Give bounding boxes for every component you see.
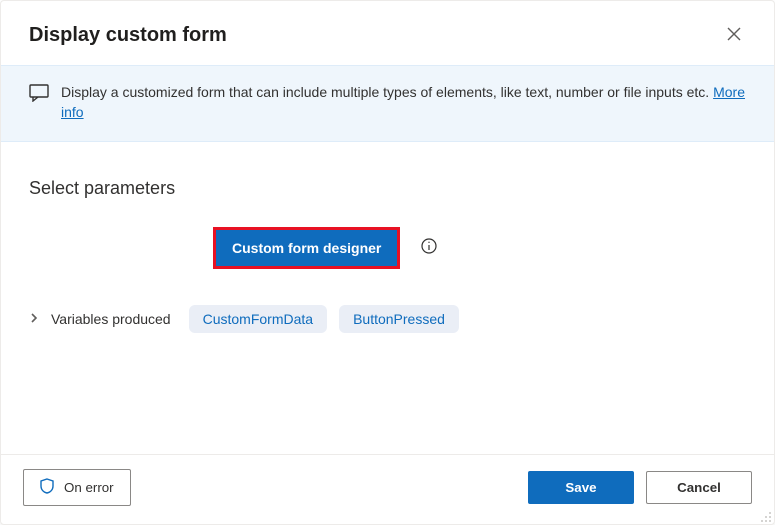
dialog-title: Display custom form bbox=[29, 24, 718, 47]
designer-button-highlight: Custom form designer bbox=[213, 227, 400, 269]
designer-row: Custom form designer bbox=[29, 227, 746, 269]
variables-produced-label[interactable]: Variables produced bbox=[51, 311, 171, 327]
variables-produced-row: Variables produced CustomFormData Button… bbox=[29, 305, 746, 333]
chevron-right-icon bbox=[29, 311, 39, 327]
variables-expand-toggle[interactable] bbox=[29, 311, 39, 327]
info-text: Display a customized form that can inclu… bbox=[61, 82, 746, 123]
info-description: Display a customized form that can inclu… bbox=[61, 84, 709, 100]
on-error-label: On error bbox=[64, 480, 114, 495]
close-icon bbox=[727, 27, 741, 44]
display-custom-form-dialog: Display custom form Display a customized… bbox=[0, 0, 775, 525]
variable-chip-customformdata[interactable]: CustomFormData bbox=[189, 305, 327, 333]
shield-icon bbox=[40, 478, 54, 497]
save-button[interactable]: Save bbox=[528, 471, 634, 504]
dialog-footer: On error Save Cancel bbox=[1, 454, 774, 524]
dialog-header: Display custom form bbox=[1, 1, 774, 65]
cancel-button[interactable]: Cancel bbox=[646, 471, 752, 504]
select-parameters-title: Select parameters bbox=[29, 178, 746, 199]
designer-info-button[interactable] bbox=[420, 239, 438, 257]
info-icon bbox=[421, 238, 437, 257]
variable-chip-buttonpressed[interactable]: ButtonPressed bbox=[339, 305, 459, 333]
comment-icon bbox=[29, 84, 49, 105]
close-button[interactable] bbox=[718, 19, 750, 51]
dialog-body: Select parameters Custom form designer bbox=[1, 142, 774, 454]
on-error-button[interactable]: On error bbox=[23, 469, 131, 506]
info-band: Display a customized form that can inclu… bbox=[1, 65, 774, 142]
custom-form-designer-button[interactable]: Custom form designer bbox=[216, 230, 397, 266]
